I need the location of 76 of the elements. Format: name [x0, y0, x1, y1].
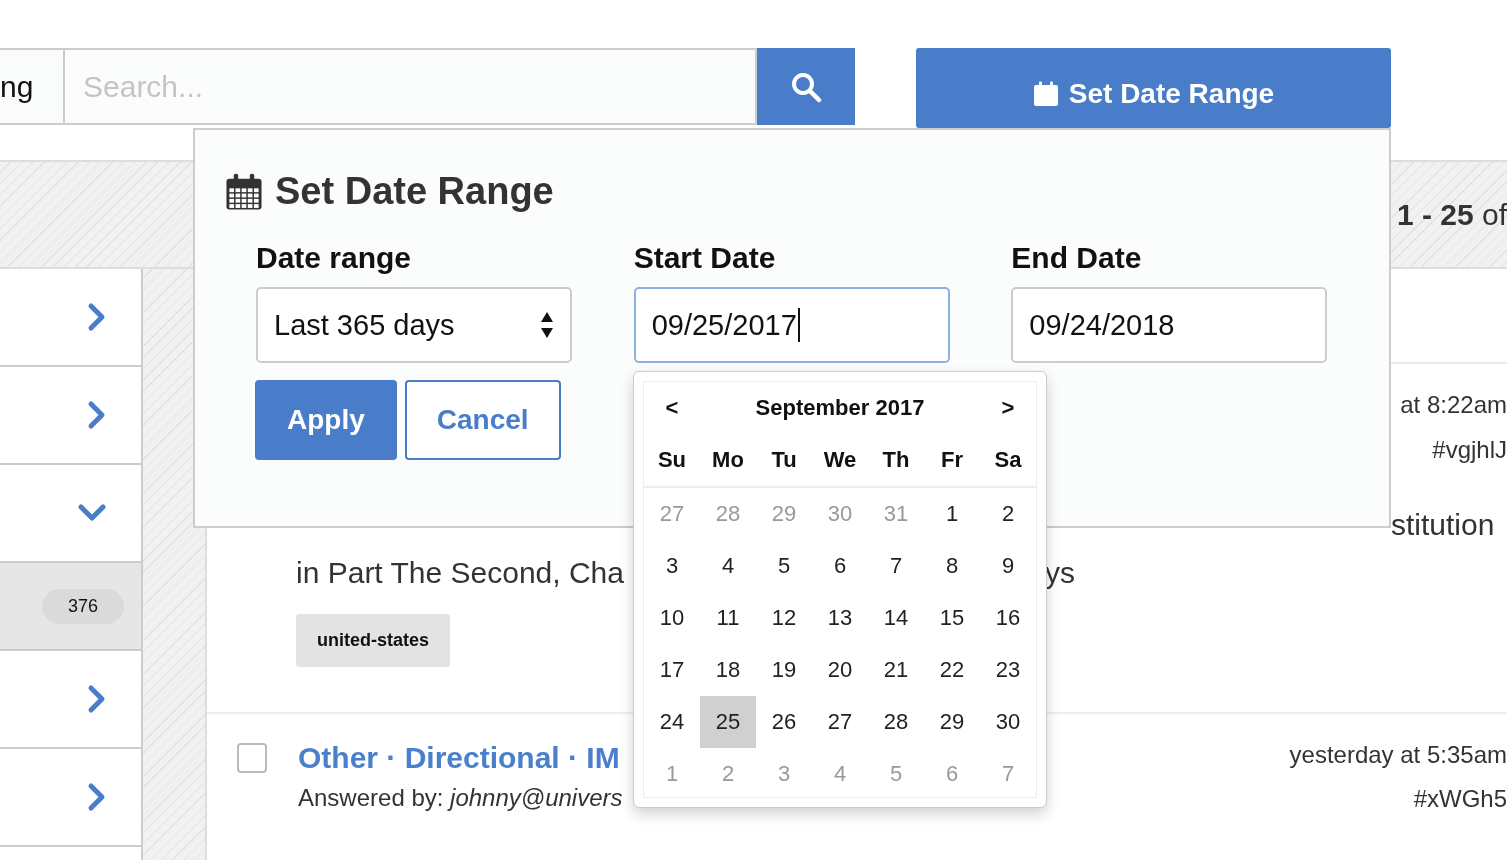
calendar-day[interactable]: 17	[644, 644, 700, 696]
question-time: yesterday at 5:35am	[1289, 740, 1507, 770]
calendar-day[interactable]: 26	[756, 696, 812, 748]
date-input[interactable]: 09/25/2017	[633, 287, 950, 363]
tag[interactable]: united-states	[296, 614, 451, 667]
weekday-header: Th	[881, 446, 911, 474]
weekday-header: Su	[656, 446, 688, 474]
calendar-icon	[1032, 80, 1059, 107]
question-time: at 8:22am	[1400, 390, 1507, 420]
checkbox[interactable]	[237, 743, 267, 773]
calendar-day[interactable]: 4	[700, 540, 756, 592]
field-label: Date range	[256, 241, 412, 275]
calendar-day[interactable]: 30	[980, 696, 1036, 748]
calendar-day[interactable]: 13	[812, 592, 868, 644]
chevron-right-icon	[87, 684, 107, 714]
weekday-header: Tu	[770, 446, 798, 474]
results-range: 1 - 25 of	[1396, 197, 1507, 232]
weekday-header: Sa	[993, 446, 1023, 474]
question-title-link[interactable]: Other · Directional · IM	[298, 740, 620, 776]
weekday-header: We	[822, 446, 858, 474]
calendar-day[interactable]: 19	[756, 644, 812, 696]
question-id: #vgjhlJ	[1432, 435, 1507, 465]
calendar-day[interactable]: 12	[756, 592, 812, 644]
calendar-day[interactable]: 21	[868, 644, 924, 696]
calendar-day[interactable]: 22	[924, 644, 980, 696]
calendar-day[interactable]: 25	[700, 696, 756, 748]
calendar-day[interactable]: 1	[924, 488, 980, 540]
chevron-right-icon	[87, 782, 107, 812]
up-down-arrows-icon	[540, 310, 554, 340]
set-date-range-button[interactable]: Set Date Range	[916, 48, 1391, 128]
calendar-day[interactable]: 15	[924, 592, 980, 644]
question-text: stitution	[1391, 507, 1495, 543]
calendar-day[interactable]: 5	[756, 540, 812, 592]
count-badge: 376	[41, 588, 124, 624]
next-month-button[interactable]: >	[980, 395, 1036, 421]
apply-button[interactable]: Apply	[255, 380, 397, 460]
calendar-day[interactable]: 20	[812, 644, 868, 696]
field-label: End Date	[1011, 241, 1142, 275]
calendar-day[interactable]: 18	[700, 644, 756, 696]
calendar-day[interactable]: 29	[924, 696, 980, 748]
calendar-day[interactable]: 9	[980, 540, 1036, 592]
calendar-day[interactable]: 3	[644, 540, 700, 592]
calendar-day[interactable]: 24	[644, 696, 700, 748]
sidebar-item[interactable]: 376	[0, 563, 141, 651]
weekday-header: Mo	[711, 446, 745, 474]
field-label: Start Date	[633, 241, 776, 275]
calendar-day[interactable]: 7	[868, 540, 924, 592]
chevron-right-icon	[87, 400, 107, 430]
calendar-day[interactable]: 27	[812, 696, 868, 748]
search-icon	[790, 70, 822, 103]
filter-label[interactable]: ng	[0, 48, 65, 125]
calendar-day[interactable]: 14	[868, 592, 924, 644]
calendar-day[interactable]: 10	[644, 592, 700, 644]
question-text: in Part The Second, Cha	[296, 555, 624, 591]
calendar-day[interactable]: 6	[812, 540, 868, 592]
search-button[interactable]	[757, 48, 855, 125]
chevron-down-icon	[77, 503, 107, 523]
dialog-title: Set Date Range	[275, 170, 554, 213]
calendar-icon	[225, 172, 263, 211]
question-text: ys	[1045, 555, 1075, 591]
previous-month-button[interactable]: <	[644, 395, 700, 421]
answered-by-text: Answered by: johnny@univers	[298, 784, 623, 812]
calendar-day[interactable]: 8	[924, 540, 980, 592]
calendar-day[interactable]: 16	[980, 592, 1036, 644]
calendar-day[interactable]: 2	[980, 488, 1036, 540]
calendar-day[interactable]: 28	[868, 696, 924, 748]
date-input[interactable]: 09/24/2018	[1011, 287, 1328, 363]
cancel-button[interactable]: Cancel	[404, 380, 561, 460]
calendar-day[interactable]: 11	[700, 592, 756, 644]
month-title: September 2017	[755, 395, 925, 421]
search-field[interactable]: Search...	[65, 48, 757, 125]
question-id: #xWGh5	[1413, 784, 1507, 814]
calendar-day[interactable]: 23	[980, 644, 1036, 696]
chevron-right-icon	[87, 302, 107, 332]
date-range-select[interactable]: Last 365 days	[256, 287, 572, 363]
weekday-header: Fr	[940, 446, 964, 474]
